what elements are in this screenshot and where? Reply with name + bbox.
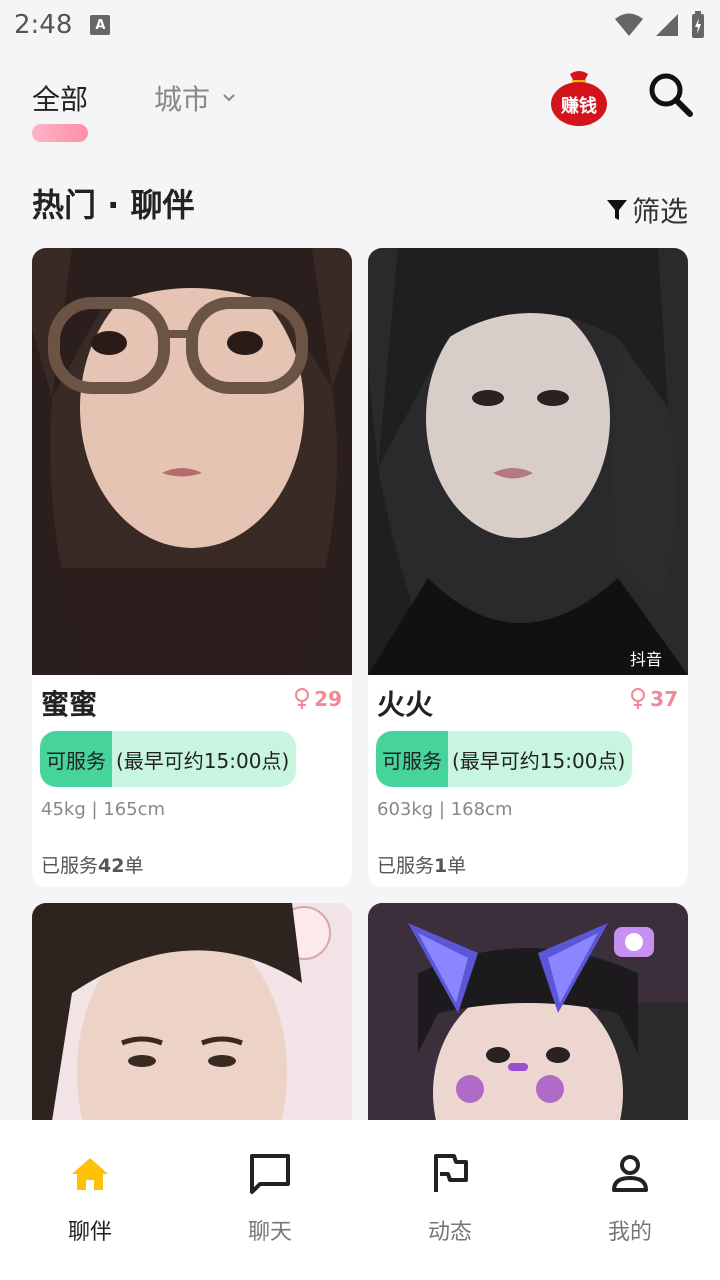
earliest-time: (最早可约15:00点) xyxy=(452,748,626,773)
companion-card[interactable]: 抖音 火火 37 可服务 (最早可约15:00点) 603kg | 168cm … xyxy=(368,248,688,887)
top-tabs: 全部 城市 赚钱 xyxy=(0,60,720,150)
companion-photo: 抖音 xyxy=(368,248,688,675)
search-icon xyxy=(649,73,693,117)
female-icon xyxy=(631,688,646,709)
served-count: 已服务42单 xyxy=(41,851,143,878)
watermark-label: 抖音 xyxy=(630,650,662,669)
age-value: 29 xyxy=(314,687,342,711)
chevron-down-icon xyxy=(223,94,235,102)
wifi-icon xyxy=(615,13,643,36)
filter-label: 筛选 xyxy=(631,195,688,228)
body-stats: 45kg | 165cm xyxy=(41,799,166,820)
portrait-illustration xyxy=(32,248,352,675)
served-prefix: 已服务 xyxy=(41,855,99,877)
bottom-nav: 聊伴 聊天 动态 我的 xyxy=(0,1120,720,1280)
companion-name: 蜜蜜 xyxy=(41,688,98,721)
home-icon xyxy=(72,1158,108,1190)
served-count: 已服务1单 xyxy=(377,851,466,878)
person-icon xyxy=(612,1155,648,1192)
companion-photo xyxy=(32,903,352,1121)
earn-badge-label: 赚钱 xyxy=(560,95,597,117)
nav-moments[interactable]: 动态 xyxy=(360,1120,540,1280)
battery-icon xyxy=(692,11,704,38)
availability-pill: 可服务 (最早可约15:00点) xyxy=(376,731,632,787)
companion-photo xyxy=(368,903,688,1121)
tab-city-label: 城市 xyxy=(154,83,211,116)
served-suffix: 单 xyxy=(447,855,467,877)
search-button[interactable] xyxy=(646,70,696,120)
nav-chat[interactable]: 聊天 xyxy=(180,1120,360,1280)
earn-money-button[interactable]: 赚钱 xyxy=(548,66,610,128)
companion-card[interactable] xyxy=(32,903,352,1121)
served-number: 42 xyxy=(98,855,125,877)
age-value: 37 xyxy=(650,687,678,711)
tab-indicator xyxy=(32,124,88,142)
portrait-illustration xyxy=(32,903,352,1121)
signal-icon xyxy=(656,14,678,36)
chat-icon xyxy=(250,1154,290,1194)
companion-card[interactable] xyxy=(368,903,688,1121)
earliest-time: (最早可约15:00点) xyxy=(116,748,290,773)
tab-city[interactable]: 城市 xyxy=(154,78,236,118)
availability-pill: 可服务 (最早可约15:00点) xyxy=(40,731,296,787)
nav-profile-label: 我的 xyxy=(607,1220,652,1245)
served-prefix: 已服务 xyxy=(377,855,435,877)
nav-profile[interactable]: 我的 xyxy=(540,1120,720,1280)
section-title: 热门 · 聊伴 xyxy=(32,186,195,224)
served-number: 1 xyxy=(434,855,448,877)
status-bar: 2:48 A xyxy=(0,0,720,50)
money-bag-icon: 赚钱 xyxy=(551,71,607,126)
portrait-illustration xyxy=(368,903,688,1121)
available-tag: 可服务 xyxy=(376,731,448,787)
nav-companion-label: 聊伴 xyxy=(67,1220,112,1245)
companion-card[interactable]: 蜜蜜 29 可服务 (最早可约15:00点) 45kg | 165cm 已服务4… xyxy=(32,248,352,887)
age-badge: 37 xyxy=(630,687,678,711)
companion-name: 火火 xyxy=(377,688,434,721)
served-suffix: 单 xyxy=(124,855,144,877)
flag-icon xyxy=(434,1154,468,1192)
body-stats: 603kg | 168cm xyxy=(377,799,513,820)
filter-button[interactable]: 筛选 xyxy=(606,190,688,230)
nav-moments-label: 动态 xyxy=(427,1220,472,1245)
status-time: 2:48 xyxy=(14,10,73,40)
nav-companion[interactable]: 聊伴 xyxy=(0,1120,180,1280)
nav-chat-label: 聊天 xyxy=(247,1220,292,1245)
available-tag: 可服务 xyxy=(40,731,112,787)
notification-icon: A xyxy=(90,15,111,35)
female-icon xyxy=(295,688,310,709)
companion-photo xyxy=(32,248,352,675)
filter-icon xyxy=(606,200,627,220)
age-badge: 29 xyxy=(294,687,342,711)
portrait-illustration: 抖音 xyxy=(368,248,688,675)
tab-all[interactable]: 全部 xyxy=(32,78,88,118)
